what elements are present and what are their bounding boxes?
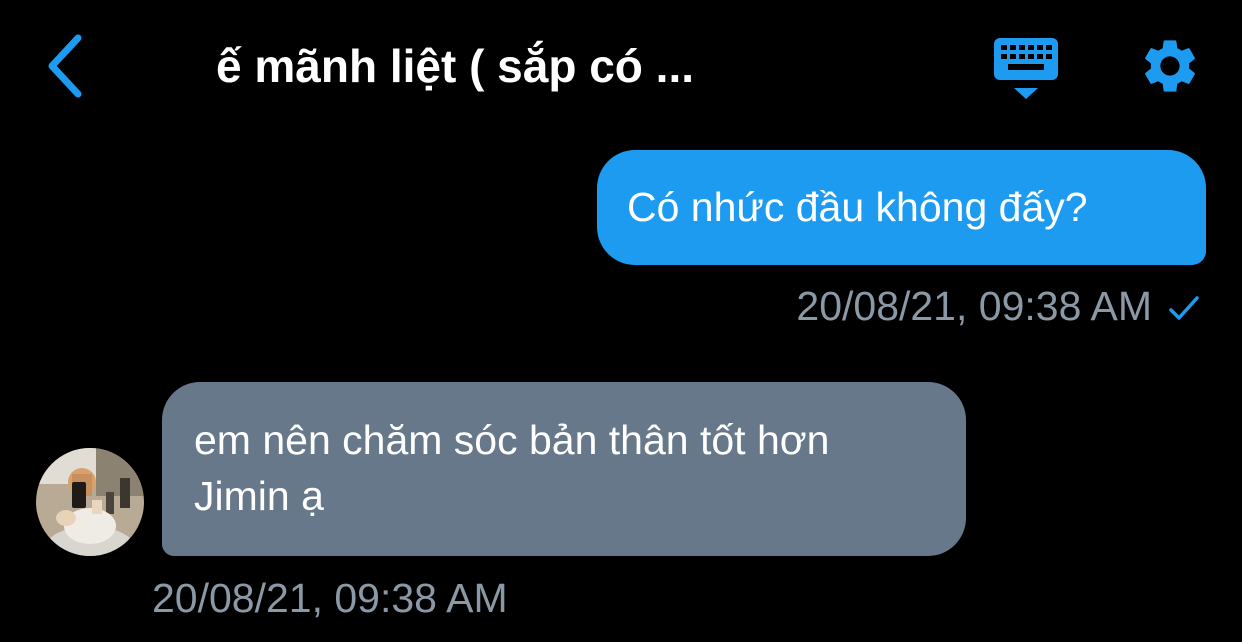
gear-icon <box>1145 40 1195 92</box>
checkmark-icon <box>1169 296 1199 320</box>
keyboard-icon <box>994 38 1058 99</box>
incoming-message-bubble[interactable]: em nên chăm sóc bản thân tốt hơn Jimin ạ <box>162 382 966 556</box>
chevron-left-icon <box>48 34 82 98</box>
outgoing-message-timestamp: 20/08/21, 09:38 AM <box>796 283 1152 329</box>
settings-button[interactable] <box>1138 34 1202 98</box>
back-button[interactable] <box>40 32 96 100</box>
conversation-header: ế mãnh liệt ( sắp có ... <box>0 0 1242 130</box>
outgoing-message-bubble[interactable]: Có nhức đầu không đấy? <box>597 150 1206 265</box>
keyboard-toggle-button[interactable] <box>992 36 1060 102</box>
avatar-photo <box>36 448 144 556</box>
sender-avatar[interactable] <box>36 448 144 556</box>
conversation-title[interactable]: ế mãnh liệt ( sắp có ... <box>216 38 856 94</box>
incoming-message-timestamp: 20/08/21, 09:38 AM <box>152 575 508 621</box>
